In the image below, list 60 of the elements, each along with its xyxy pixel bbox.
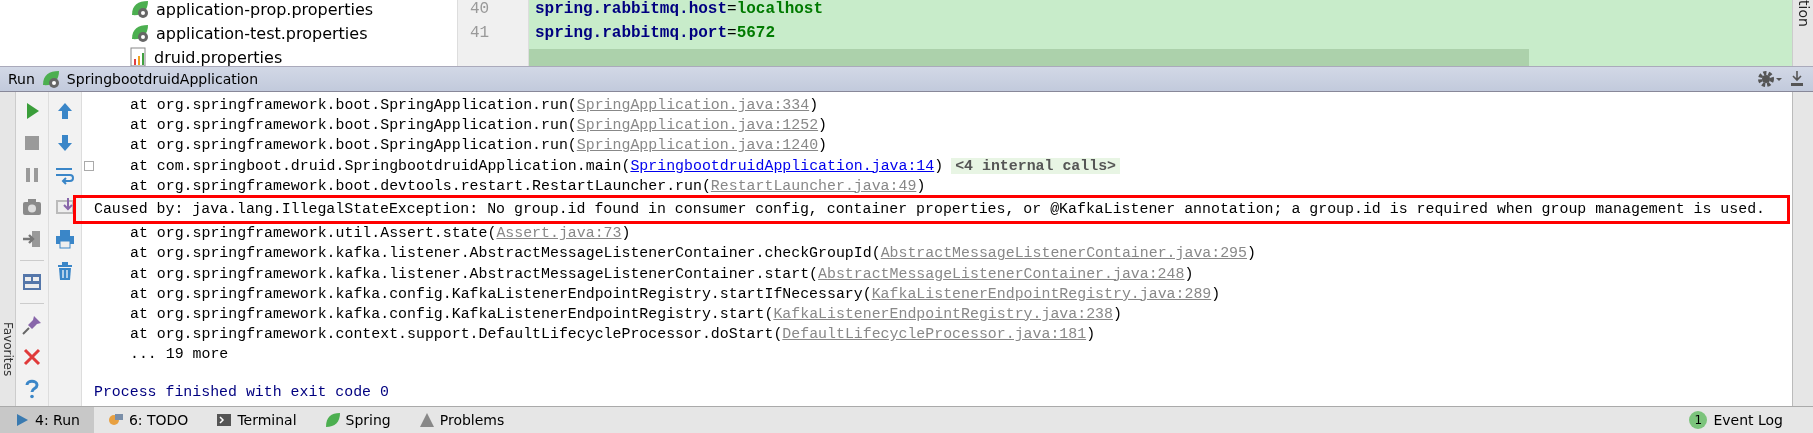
console-line: at org.springframework.context.support.DefaultLifecycleProcessor.doStart(DefaultLifecycleProcessor.java:181) xyxy=(130,326,1096,343)
spring-file-icon xyxy=(130,23,150,43)
count-badge: 1 xyxy=(1689,411,1708,429)
source-link[interactable]: Assert.java:73 xyxy=(496,225,622,242)
console-line: at org.springframework.kafka.config.KafkaListenerEndpointRegistry.startIfNecessary(KafkaListenerEndpointRegistry.java:289) xyxy=(130,285,1221,302)
console-line: at org.springframework.boot.devtools.restart.RestartLauncher.run(RestartLauncher.java:49) xyxy=(130,177,926,194)
console-line: at org.springframework.kafka.listener.AbstractMessageListenerContainer.checkGroupId(AbstractMessageListenerContainer.java:295) xyxy=(130,245,1256,262)
exit-message: Process finished with exit code 0 xyxy=(94,384,389,401)
console-line: at org.springframework.kafka.config.KafkaListenerEndpointRegistry.start(KafkaListenerEndpointRegistry.java:238) xyxy=(130,305,1122,322)
hide-icon[interactable] xyxy=(1789,70,1805,88)
scrollbar[interactable] xyxy=(1792,92,1813,406)
console-line: at org.springframework.boot.SpringApplication.run(SpringApplication.java:1252) xyxy=(130,117,827,134)
spring-app-icon xyxy=(40,69,61,89)
source-link[interactable]: SpringApplication.java:334 xyxy=(576,97,810,113)
event-log-link[interactable]: Event Log xyxy=(1713,412,1783,428)
warning-icon xyxy=(418,412,435,428)
config-name[interactable]: SpringbootdruidApplication xyxy=(66,71,259,87)
tool-tab[interactable]: 6: TODO xyxy=(93,407,203,433)
settings-icon[interactable] xyxy=(1757,70,1783,88)
panel-title: Run xyxy=(8,71,35,87)
console-line: Caused by: java.lang.IllegalStateException: No group.id found in consumer config, container properties, or @KafkaListener annotation; a group.id is required when group management is used. xyxy=(94,200,1765,217)
source-link[interactable]: KafkaListenerEndpointRegistry.java:238 xyxy=(773,305,1113,322)
tool-tab[interactable]: 4: Run xyxy=(0,407,94,433)
print-icon[interactable] xyxy=(54,228,76,250)
layout-icon[interactable] xyxy=(21,271,43,293)
source-link[interactable]: RestartLauncher.java:49 xyxy=(710,177,917,194)
terminal-icon xyxy=(216,412,233,428)
exit-icon[interactable] xyxy=(21,228,43,250)
tool-tab[interactable]: Spring xyxy=(310,407,405,433)
close-icon[interactable] xyxy=(21,346,43,368)
pin-icon[interactable] xyxy=(21,314,43,336)
console-line: at com.springboot.druid.SpringbootdruidApplication.main(SpringbootdruidApplication.java:14) <4 internal calls> xyxy=(130,157,1121,174)
file-name[interactable]: application-test.properties xyxy=(156,23,368,43)
file-name[interactable]: application-prop.properties xyxy=(156,0,374,19)
checklist-icon xyxy=(107,412,124,428)
line-number: 41 xyxy=(469,23,491,44)
console-line: at org.springframework.boot.SpringApplication.run(SpringApplication.java:334) xyxy=(130,97,819,113)
tool-tab[interactable]: Terminal xyxy=(202,407,311,433)
console-line: at org.springframework.util.Assert.state(Assert.java:73) xyxy=(130,225,631,242)
camera-icon[interactable] xyxy=(21,196,43,218)
console-line: ... 19 more xyxy=(130,346,229,363)
source-link[interactable]: AbstractMessageListenerContainer.java:248 xyxy=(818,265,1185,282)
source-link[interactable]: SpringbootdruidApplication.java:14 xyxy=(630,157,935,174)
source-link[interactable]: DefaultLifecycleProcessor.java:181 xyxy=(782,326,1087,343)
source-link[interactable]: SpringApplication.java:1240 xyxy=(576,137,819,154)
line-number: 40 xyxy=(469,0,491,20)
source-link[interactable]: AbstractMessageListenerContainer.java:295 xyxy=(880,245,1247,262)
source-link[interactable]: KafkaListenerEndpointRegistry.java:289 xyxy=(871,285,1212,302)
source-link[interactable]: SpringApplication.java:1252 xyxy=(576,117,819,134)
tool-window-label[interactable]: Favorites xyxy=(0,321,15,376)
file-name[interactable]: druid.properties xyxy=(154,47,283,66)
console-line: at org.springframework.kafka.listener.AbstractMessageListenerContainer.start(AbstractMessageListenerContainer.java:248) xyxy=(130,265,1194,282)
tool-tab[interactable]: Problems xyxy=(404,407,519,433)
leaf-icon xyxy=(324,412,341,428)
expand-icon[interactable] xyxy=(84,160,94,171)
console-line: at org.springframework.boot.SpringApplication.run(SpringApplication.java:1240) xyxy=(130,137,827,154)
code-line: spring.rabbitmq.port=5672 xyxy=(534,23,777,44)
folded-calls-label[interactable]: <4 internal calls> xyxy=(951,157,1121,174)
run-icon xyxy=(14,412,30,428)
code-line: spring.rabbitmq.host=localhost xyxy=(534,0,825,20)
